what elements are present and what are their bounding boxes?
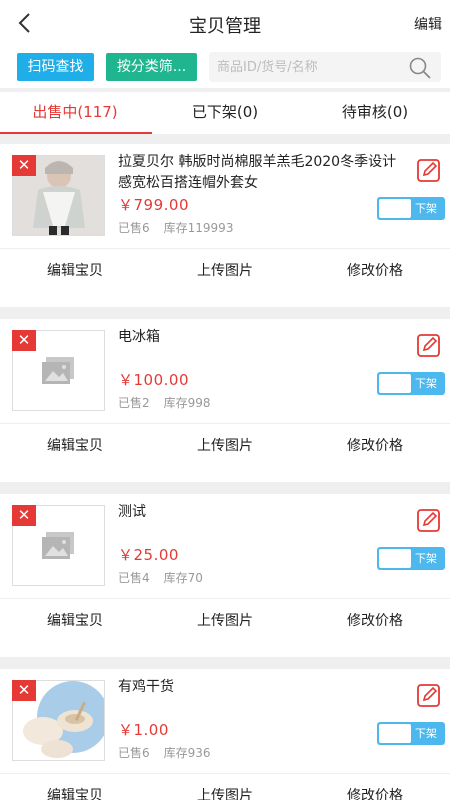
toggle-knob: [379, 724, 411, 743]
product-stats: 已售4 库存70: [118, 569, 203, 586]
sold-count: 已售2: [118, 396, 150, 410]
edit-product-button[interactable]: 编辑宝贝: [0, 774, 150, 800]
edit-pencil-icon[interactable]: [416, 332, 442, 358]
toggle-knob: [379, 199, 411, 218]
edit-product-button[interactable]: 编辑宝贝: [0, 249, 150, 294]
stock-count: 库存998: [163, 396, 211, 410]
delist-toggle[interactable]: 下架: [377, 197, 445, 220]
edit-product-button[interactable]: 编辑宝贝: [0, 424, 150, 469]
product-stats: 已售2 库存998: [118, 394, 211, 411]
product-stats: 已售6 库存936: [118, 744, 211, 761]
toggle-knob: [379, 549, 411, 568]
change-price-button[interactable]: 修改价格: [300, 424, 450, 469]
product-card: ✕ 拉夏贝尔 韩版时尚棉服羊羔毛2020冬季设计感宽松百搭连帽外套女 ￥799.…: [0, 144, 450, 307]
edit-pencil-icon[interactable]: [416, 507, 442, 533]
scan-search-button[interactable]: 扫码查找: [17, 53, 94, 81]
product-title: 拉夏贝尔 韩版时尚棉服羊羔毛2020冬季设计感宽松百搭连帽外套女: [118, 154, 397, 191]
delete-icon[interactable]: ✕: [12, 680, 36, 701]
product-card: ✕ 有鸡干货 ￥1.00 已售6 库存936 下架 编辑宝贝 上传图片 修改价格: [0, 669, 450, 800]
search-input[interactable]: [209, 52, 441, 82]
edit-product-button[interactable]: 编辑宝贝: [0, 599, 150, 644]
change-price-button[interactable]: 修改价格: [300, 249, 450, 294]
sold-count: 已售6: [118, 746, 150, 760]
stock-count: 库存70: [163, 571, 203, 585]
toggle-label: 下架: [415, 552, 437, 565]
upload-image-button[interactable]: 上传图片: [150, 424, 300, 469]
upload-image-button[interactable]: 上传图片: [150, 249, 300, 294]
delist-toggle[interactable]: 下架: [377, 547, 445, 570]
product-price: ￥100.00: [118, 371, 189, 389]
product-title: 测试: [118, 504, 146, 520]
stock-count: 库存936: [163, 746, 211, 760]
product-title: 电冰箱: [118, 329, 160, 345]
delete-icon[interactable]: ✕: [12, 330, 36, 351]
stock-count: 库存119993: [163, 221, 234, 235]
toggle-label: 下架: [415, 727, 437, 740]
delete-icon[interactable]: ✕: [12, 155, 36, 176]
card-actions: 编辑宝贝 上传图片 修改价格: [0, 248, 450, 293]
edit-button[interactable]: 编辑: [414, 14, 442, 34]
change-price-button[interactable]: 修改价格: [300, 774, 450, 800]
sold-count: 已售4: [118, 571, 150, 585]
edit-pencil-icon[interactable]: [416, 157, 442, 183]
edit-pencil-icon[interactable]: [416, 682, 442, 708]
tab-on-sale[interactable]: 出售中(117): [0, 92, 150, 134]
product-title: 有鸡干货: [118, 679, 174, 695]
product-card: ✕ 电冰箱 ￥100.00 已售2 库存998 下架 编辑宝贝 上传图片 修改价格: [0, 319, 450, 482]
product-price: ￥799.00: [118, 196, 189, 214]
toggle-label: 下架: [415, 202, 437, 215]
delete-icon[interactable]: ✕: [12, 505, 36, 526]
product-price: ￥1.00: [118, 721, 169, 739]
upload-image-button[interactable]: 上传图片: [150, 599, 300, 644]
search-toolbar: 扫码查找 按分类筛...: [0, 46, 450, 88]
card-actions: 编辑宝贝 上传图片 修改价格: [0, 423, 450, 468]
tab-pending-review[interactable]: 待审核(0): [300, 92, 450, 134]
change-price-button[interactable]: 修改价格: [300, 599, 450, 644]
card-actions: 编辑宝贝 上传图片 修改价格: [0, 598, 450, 643]
upload-image-button[interactable]: 上传图片: [150, 774, 300, 800]
product-stats: 已售6 库存119993: [118, 219, 233, 236]
tab-off-shelf[interactable]: 已下架(0): [150, 92, 300, 134]
product-price: ￥25.00: [118, 546, 179, 564]
app-header: 宝贝管理 编辑: [0, 0, 450, 46]
toggle-label: 下架: [415, 377, 437, 390]
search-icon[interactable]: [408, 56, 432, 80]
product-card: ✕ 测试 ￥25.00 已售4 库存70 下架 编辑宝贝 上传图片 修改价格: [0, 494, 450, 657]
sold-count: 已售6: [118, 221, 150, 235]
category-filter-button[interactable]: 按分类筛...: [106, 53, 197, 81]
status-tabs: 出售中(117) 已下架(0) 待审核(0): [0, 92, 450, 134]
delist-toggle[interactable]: 下架: [377, 722, 445, 745]
card-actions: 编辑宝贝 上传图片 修改价格: [0, 773, 450, 800]
delist-toggle[interactable]: 下架: [377, 372, 445, 395]
page-title: 宝贝管理: [189, 16, 261, 37]
toggle-knob: [379, 374, 411, 393]
active-tab-indicator: [0, 132, 152, 134]
